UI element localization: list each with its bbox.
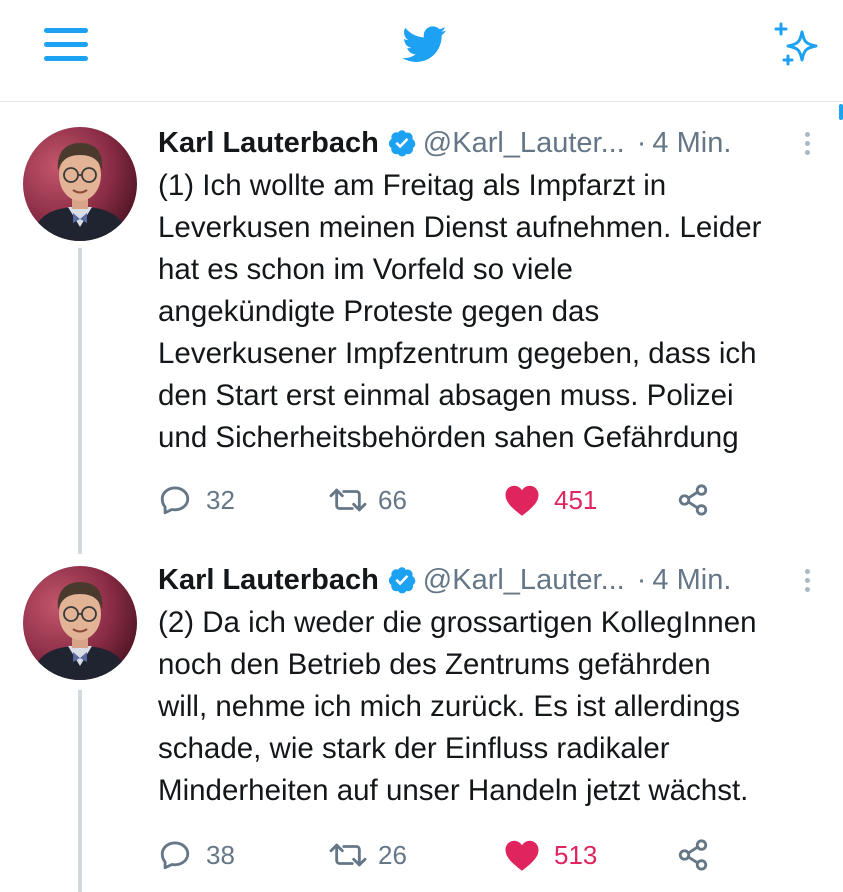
menu-bar xyxy=(44,56,88,61)
tweet-header: Karl Lauterbach @Karl_Lauter... · 4 Min. xyxy=(158,560,731,600)
retweet-button[interactable]: 66 xyxy=(328,480,407,520)
tweet-text-line: Leverkusener Impfzentrum gegeben, dass i… xyxy=(158,337,757,370)
twitter-bird-icon[interactable] xyxy=(400,22,450,66)
more-options-button[interactable] xyxy=(796,126,820,162)
tweet-text-line: noch den Betrieb des Zentrums gefährden xyxy=(158,648,711,681)
more-dot xyxy=(805,578,810,583)
like-count: 513 xyxy=(554,839,598,870)
heart-filled-icon xyxy=(505,485,539,516)
like-count: 451 xyxy=(554,484,598,515)
retweet-button[interactable]: 26 xyxy=(328,835,407,875)
retweet-count: 66 xyxy=(378,484,407,515)
top-app-bar xyxy=(0,0,843,102)
author-name[interactable]: Karl Lauterbach xyxy=(158,127,379,160)
tweet-text: (1) Ich wollte am Freitag als Impfarzt i… xyxy=(158,165,830,459)
author-handle[interactable]: @Karl_Lauter... xyxy=(423,127,625,160)
menu-bar xyxy=(44,42,88,47)
tweet-text-line: Leverkusen meinen Dienst aufnehmen. Leid… xyxy=(158,211,762,244)
more-options-button[interactable] xyxy=(796,563,820,599)
tweet-text-line: und Sicherheitsbehörden sahen Gefährdung xyxy=(158,421,739,454)
hamburger-menu-button[interactable] xyxy=(40,22,90,68)
more-dot xyxy=(805,150,810,155)
verified-badge-icon xyxy=(388,130,416,157)
more-dot xyxy=(805,569,810,574)
thread-connector-line xyxy=(78,690,82,892)
reply-count: 38 xyxy=(206,839,235,870)
avatar-image xyxy=(23,566,137,680)
retweet-count: 26 xyxy=(378,839,407,870)
avatar[interactable] xyxy=(23,566,137,680)
tweet-text-line: (1) Ich wollte am Freitag als Impfarzt i… xyxy=(158,169,667,202)
tweet-timestamp[interactable]: 4 Min. xyxy=(652,564,731,597)
avatar[interactable] xyxy=(23,127,137,241)
tweet-timestamp[interactable]: 4 Min. xyxy=(652,127,731,160)
tweet-actions: 38 26 513 xyxy=(158,835,838,875)
tweet-header: Karl Lauterbach @Karl_Lauter... · 4 Min. xyxy=(158,123,731,163)
sparkle-icon[interactable] xyxy=(772,18,828,74)
tweet-text-line: (2) Da ich weder die grossartigen Kolleg… xyxy=(158,606,757,639)
tweet-text-line: den Start erst einmal absagen muss. Poli… xyxy=(158,379,734,412)
reply-count: 32 xyxy=(206,484,235,515)
tweet-text-line: schade, wie stark der Einfluss radikaler xyxy=(158,732,670,765)
more-dot xyxy=(805,141,810,146)
author-name[interactable]: Karl Lauterbach xyxy=(158,564,379,597)
tweet-text: (2) Da ich weder die grossartigen Kolleg… xyxy=(158,602,830,812)
tweet-text-line: Minderheiten auf unser Handeln jetzt wäc… xyxy=(158,774,749,807)
avatar-image xyxy=(23,127,137,241)
verified-badge-icon xyxy=(388,567,416,594)
share-icon xyxy=(678,839,708,871)
tweet-text-line: will, nehme ich mich zurück. Es ist alle… xyxy=(158,690,741,723)
tweet-text-line: hat es schon im Vorfeld so viele xyxy=(158,253,573,286)
tweet-actions: 32 66 451 xyxy=(158,480,838,520)
separator-dot: · xyxy=(636,126,647,159)
more-dot xyxy=(805,587,810,592)
share-icon xyxy=(678,484,708,516)
reply-icon xyxy=(160,486,190,515)
retweet-icon xyxy=(329,843,367,867)
scroll-indicator xyxy=(839,104,843,120)
thread-connector-line xyxy=(78,248,82,554)
separator-dot: · xyxy=(636,563,647,596)
reply-button[interactable]: 38 xyxy=(158,835,235,875)
share-button[interactable] xyxy=(676,480,710,520)
menu-bar xyxy=(44,28,88,33)
more-dot xyxy=(805,132,810,137)
author-handle[interactable]: @Karl_Lauter... xyxy=(423,564,625,597)
like-button[interactable]: 513 xyxy=(504,835,597,875)
heart-filled-icon xyxy=(505,840,539,871)
retweet-icon xyxy=(329,488,367,512)
share-button[interactable] xyxy=(676,835,710,875)
reply-icon xyxy=(160,841,190,870)
reply-button[interactable]: 32 xyxy=(158,480,235,520)
like-button[interactable]: 451 xyxy=(504,480,597,520)
tweet-text-line: angekündigte Proteste gegen das xyxy=(158,295,600,328)
